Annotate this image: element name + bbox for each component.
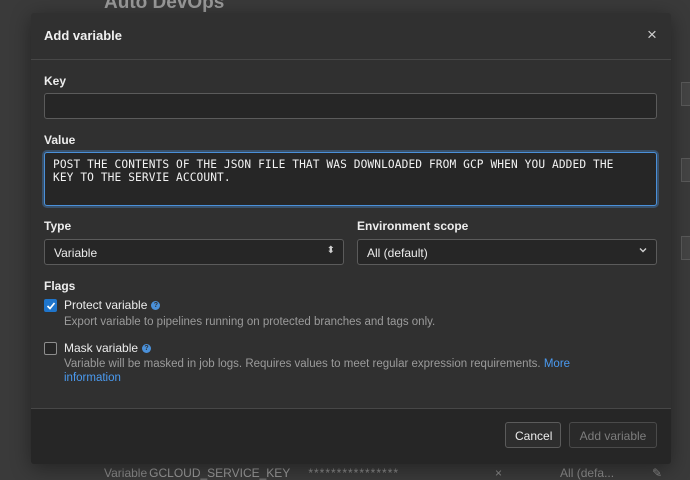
background-page-title: Auto DevOps xyxy=(104,0,225,13)
question-icon[interactable]: ? xyxy=(142,344,152,354)
value-label: Value xyxy=(44,133,76,147)
more-information-link[interactable]: More xyxy=(544,358,570,370)
protect-variable-checkbox[interactable] xyxy=(44,299,57,312)
value-textarea[interactable]: POST THE CONTENTS OF THE JSON FILE THAT … xyxy=(44,152,657,206)
flags-label: Flags xyxy=(44,279,76,293)
question-icon[interactable]: ? xyxy=(151,301,161,311)
modal-title: Add variable xyxy=(44,28,123,43)
protect-variable-description: Export variable to pipelines running on … xyxy=(64,316,436,328)
more-information-link[interactable]: information xyxy=(64,372,121,384)
mask-variable-label[interactable]: Mask variable? xyxy=(64,341,152,355)
modal-header: Add variable × xyxy=(31,13,671,60)
environment-scope-label: Environment scope xyxy=(357,219,469,233)
chevron-down-icon xyxy=(638,245,648,258)
mask-variable-text: Mask variable xyxy=(64,341,139,355)
type-select[interactable]: Variable ⬍ xyxy=(44,239,344,265)
type-label: Type xyxy=(44,219,72,233)
background-edge-control xyxy=(681,82,690,106)
type-select-value: Variable xyxy=(54,246,98,260)
mask-variable-checkbox[interactable] xyxy=(44,342,57,355)
background-edge-control xyxy=(681,158,690,182)
environment-scope-value: All (default) xyxy=(367,246,428,260)
add-variable-button[interactable]: Add variable xyxy=(569,422,657,448)
cancel-button[interactable]: Cancel xyxy=(505,422,561,448)
close-icon[interactable]: × xyxy=(643,26,661,44)
protect-variable-text: Protect variable xyxy=(64,298,148,312)
add-variable-modal: Add variable × Key Value POST THE CONTEN… xyxy=(31,13,671,464)
key-input[interactable] xyxy=(44,93,657,119)
protect-variable-label[interactable]: Protect variable? xyxy=(64,298,161,312)
environment-scope-dropdown[interactable]: All (default) xyxy=(357,239,657,265)
select-updown-icon: ⬍ xyxy=(326,245,335,256)
background-edge-control xyxy=(681,236,690,260)
modal-footer: Cancel Add variable xyxy=(31,408,671,464)
mask-description-text: Variable will be masked in job logs. Req… xyxy=(64,358,541,370)
mask-variable-description: Variable will be masked in job logs. Req… xyxy=(64,357,624,385)
key-label: Key xyxy=(44,74,67,88)
